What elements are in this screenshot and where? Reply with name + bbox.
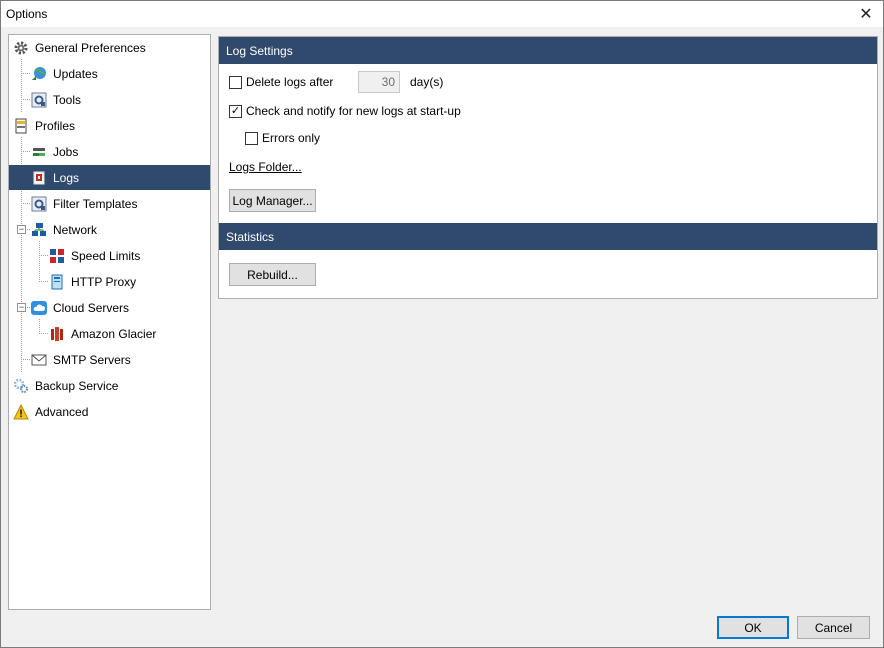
tools-icon [31,92,47,108]
tree-item-amazon-glacier[interactable]: Amazon Glacier [49,321,156,346]
close-icon: ✕ [859,6,873,23]
tree-item-label: Filter Templates [53,196,138,211]
network-collapse-toggle[interactable]: − [17,225,26,234]
tree-item-label: Updates [53,66,98,81]
notify-label[interactable]: Check and notify for new logs at start-u… [246,104,461,118]
options-tree[interactable]: − − General Preferences Updates Tools Pr… [8,34,211,610]
tree-item-network[interactable]: Network [31,217,97,242]
tree-item-filter-templates[interactable]: Filter Templates [31,191,137,216]
tree-item-label: SMTP Servers [53,352,131,367]
profiles-icon [13,118,29,134]
tree-item-logs[interactable]: Logs [9,165,210,190]
notify-row: ✓ Check and notify for new logs at start… [229,104,461,118]
logs-folder-link[interactable]: Logs Folder... [229,160,302,174]
tree-item-tools[interactable]: Tools [31,87,81,112]
tree-item-backup-service[interactable]: Backup Service [13,373,118,398]
tree-item-label: HTTP Proxy [71,274,137,289]
jobs-icon [31,144,47,160]
notify-checkbox[interactable]: ✓ [229,104,242,118]
delete-logs-label[interactable]: Delete logs after [246,75,333,89]
tree-item-label: Cloud Servers [53,300,130,315]
warning-icon [13,403,29,420]
errors-only-label[interactable]: Errors only [262,131,320,145]
tree-item-label: General Preferences [35,40,146,55]
tree-item-label: Speed Limits [71,248,141,263]
rebuild-button[interactable]: Rebuild... [229,263,316,286]
tree-item-advanced[interactable]: Advanced [13,399,88,424]
cancel-button[interactable]: Cancel [797,616,870,639]
log-manager-button[interactable]: Log Manager... [229,189,316,212]
delete-logs-row: Delete logs after [229,75,333,89]
tree-item-label: Backup Service [35,378,119,393]
cloud-servers-collapse-toggle[interactable]: − [17,303,26,312]
tree-item-general-preferences[interactable]: General Preferences [13,35,208,60]
cloud-icon [31,300,47,316]
network-icon [31,222,47,238]
errors-only-checkbox[interactable] [245,131,258,145]
settings-panel: Log Settings Delete logs after 30 day(s)… [218,36,878,299]
tree-item-label: Profiles [35,118,76,133]
logs-icon [31,170,47,186]
speed-limits-icon [49,248,65,264]
log-settings-title: Log Settings [226,43,293,58]
tree-item-updates[interactable]: Updates [31,61,98,86]
log-settings-header: Log Settings [219,37,877,64]
title-bar: Options ✕ [1,1,883,27]
gear-icon [13,40,29,56]
tree-item-label: Advanced [35,404,89,419]
tree-item-cloud-servers[interactable]: Cloud Servers [31,295,129,320]
days-unit-label: day(s) [410,75,444,89]
tree-item-label: Network [53,222,98,237]
ok-button[interactable]: OK [717,616,789,639]
options-window: Options ✕ − − General Preferences Update… [0,0,884,648]
close-button[interactable]: ✕ [851,1,881,27]
tree-item-http-proxy[interactable]: HTTP Proxy [49,269,136,294]
window-title: Options [6,7,48,21]
globe-update-icon [31,66,47,82]
gears-icon [13,378,29,394]
amazon-glacier-icon [49,326,65,342]
delete-logs-checkbox[interactable] [229,75,242,89]
tree-item-jobs[interactable]: Jobs [31,139,78,164]
tree-item-label: Jobs [53,144,79,159]
tree-item-speed-limits[interactable]: Speed Limits [49,243,140,268]
envelope-icon [31,352,47,368]
dialog-client: − − General Preferences Updates Tools Pr… [1,27,883,647]
errors-only-row: Errors only [245,131,320,145]
filter-icon [31,196,47,212]
delete-days-input[interactable]: 30 [358,71,400,93]
statistics-title: Statistics [226,229,275,244]
statistics-header: Statistics [219,223,877,250]
http-proxy-icon [49,274,65,290]
tree-item-label: Amazon Glacier [71,326,157,341]
tree-item-profiles[interactable]: Profiles [13,113,75,138]
tree-item-label: Tools [53,92,82,107]
tree-item-label: Logs [53,170,80,185]
tree-item-smtp-servers[interactable]: SMTP Servers [31,347,131,372]
